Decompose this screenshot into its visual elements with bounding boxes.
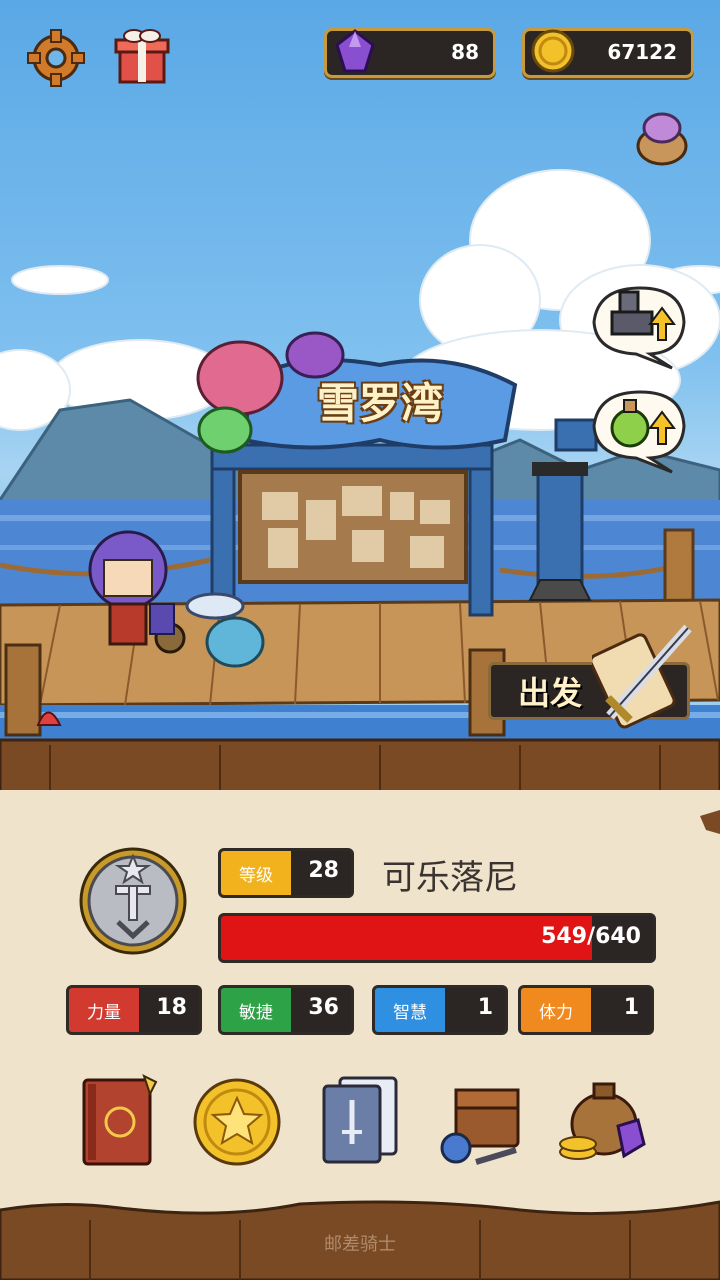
gem-counter: 88 [324,28,496,78]
skill-cards-icon[interactable] [314,1070,404,1170]
treasure-pouch-icon[interactable] [632,108,692,166]
purple-gem-icon [335,29,375,73]
gold-coin-icon [531,29,575,73]
coin-counter: 67122 [522,28,694,78]
stat-value: 1 [477,995,493,1020]
stat-label: 敏捷 [221,988,291,1032]
gift-box-icon[interactable] [112,26,172,86]
stat-agility: 敏捷 36 [218,985,354,1035]
hp-bar: 549/640 [218,913,656,963]
level-label: 等级 [221,851,291,895]
level-value: 28 [308,858,339,883]
anvil-upgrade-icon[interactable] [590,282,690,370]
journal-book-icon[interactable] [74,1070,164,1170]
stat-stamina: 体力 1 [518,985,654,1035]
rank-emblem-icon [78,846,188,956]
settings-gear-icon[interactable] [26,28,86,88]
hp-text: 549/640 [541,924,641,949]
depart-button[interactable]: 出发 [488,624,694,729]
potion-upgrade-icon[interactable] [590,386,690,474]
inventory-bag-icon[interactable] [436,1070,526,1170]
star-coin-icon[interactable] [192,1070,282,1170]
stat-value: 1 [623,995,639,1020]
coin-count: 67122 [607,40,677,64]
hp-bar-fill [221,916,592,960]
game-scene: 雪罗湾 88 67122 出发 [0,0,720,790]
stat-label: 体力 [521,988,591,1032]
stat-value: 18 [156,995,187,1020]
location-sign: 雪罗湾 [316,379,443,428]
stat-wisdom: 智慧 1 [372,985,508,1035]
stat-strength: 力量 18 [66,985,202,1035]
stat-value: 36 [308,995,339,1020]
depart-label: 出发 [518,674,583,712]
stat-label: 力量 [69,988,139,1032]
level-box: 等级 28 [218,848,354,898]
shop-treasure-icon[interactable] [558,1070,648,1170]
character-panel: 等级 28 可乐落尼 549/640 力量 18 敏捷 36 智慧 1 体力 1 [0,790,720,1280]
scroll-sword-icon [592,624,692,729]
footer-title: 邮差骑士 [324,1234,396,1255]
stat-label: 智慧 [375,988,445,1032]
gem-count: 88 [451,40,479,64]
character-name: 可乐落尼 [382,858,518,898]
